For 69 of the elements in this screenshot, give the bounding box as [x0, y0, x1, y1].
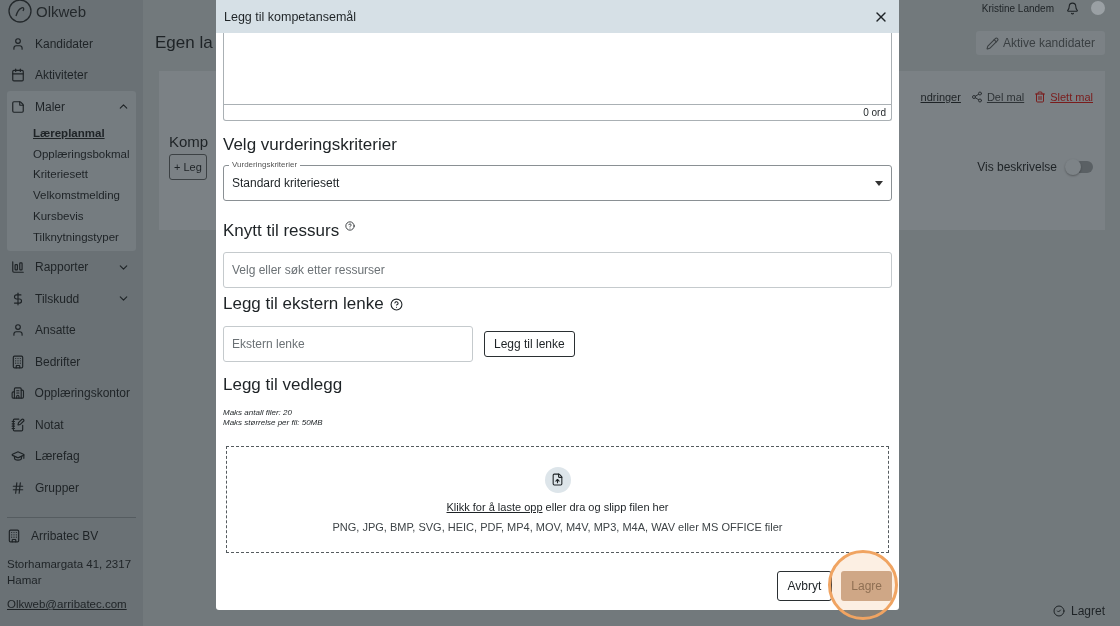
nav-icon [11, 417, 25, 432]
file-upload-icon [544, 466, 571, 493]
sidebar-item[interactable]: Kandidater [7, 28, 136, 60]
cancel-button[interactable]: Avbryt [776, 571, 833, 601]
sidebar-subitem[interactable]: Kursbevis [33, 210, 84, 223]
sidebar-item[interactable]: Ansatte [7, 314, 136, 346]
check-icon [1052, 605, 1065, 617]
section-heading: Legg til vedlegg [223, 375, 344, 395]
email-link[interactable]: Olkweb@arribatec.com [7, 598, 136, 610]
nav-icon [11, 480, 25, 495]
word-count: 0 ord [223, 105, 892, 121]
limit-note: Maks antall filer: 20 [223, 408, 293, 418]
toggle-label: Vis beskrivelse [977, 160, 1057, 174]
nav-icon [11, 291, 25, 306]
share-icon [970, 91, 983, 103]
link-input-field[interactable]: Ekstern lenke [223, 326, 473, 362]
action-link[interactable]: Slett mal [1034, 91, 1093, 103]
sidebar-subitem[interactable]: Kriteriesett [33, 168, 88, 181]
action-link[interactable]: ndringer [920, 91, 961, 103]
section-heading: Knytt til ressurs [223, 221, 340, 241]
nav-icon [11, 260, 25, 275]
sidebar-item[interactable]: Grupper [7, 471, 136, 504]
sidebar-item[interactable]: Bedrifter [7, 345, 136, 378]
dropdown-caret-icon [875, 180, 883, 186]
sidebar-item[interactable]: Tilskudd [7, 282, 136, 315]
nav-icon [11, 354, 25, 369]
sidebar-subitem[interactable]: Opplæringsbokmal [33, 147, 130, 160]
bell-icon[interactable] [1066, 1, 1079, 15]
upload-instruction: Klikk for å laste opp eller dra og slipp filen her [446, 500, 669, 513]
company-address: Storhamargata 41, 2317 Hamar [7, 557, 132, 588]
limit-note: Maks størrelse per fil: 50MB [223, 418, 324, 428]
upload-dropzone[interactable]: Klikk for å laste opp eller dra og slipp filen her PNG, JPG, BMP, SVG, HEIC, PDF, MP4, MOV, M4V, MP3, M4A, WAV eller MS OFFICE filer [226, 446, 889, 553]
sidebar-item[interactable]: Maler [7, 91, 136, 123]
save-status: Lagret [1070, 604, 1105, 618]
resource-search-field[interactable]: Velg eller søk etter ressurser [223, 252, 892, 288]
file-formats: PNG, JPG, BMP, SVG, HEIC, PDF, MP4, MOV, M4V, MP3, M4A, WAV eller MS OFFICE filer [332, 520, 783, 533]
sidebar-item[interactable]: Lærefag [7, 440, 136, 472]
upload-link[interactable]: Klikk for å laste opp [446, 500, 543, 513]
page-title: Egen la [155, 33, 213, 53]
company-item: Arribatec BV [7, 526, 136, 546]
nav-icon [11, 36, 25, 51]
sidebar-subitem[interactable]: Læreplanmal [33, 126, 105, 139]
logo-text: Olkweb [36, 2, 87, 20]
nav-icon [11, 323, 25, 338]
action-link[interactable]: Del mal [970, 91, 1025, 103]
add-link-button[interactable]: Legg til lenke [484, 331, 575, 357]
logo-icon [7, 0, 33, 24]
sidebar-subitem[interactable]: Tilknytningstyper [33, 230, 119, 243]
dialog-title: Legg til kompetansemål [224, 9, 357, 24]
pencil-icon [985, 36, 999, 50]
building-icon [7, 529, 21, 543]
user-name: Kristine Landem [981, 2, 1054, 14]
section-heading: Legg til ekstern lenke [223, 294, 384, 314]
sidebar-item[interactable]: Opplæringskontor [7, 377, 136, 409]
section-heading: Velg vurderingskriterier [223, 135, 398, 155]
sidebar-subitem[interactable]: Velkomstmelding [33, 189, 120, 202]
active-candidates-button[interactable]: Aktive kandidater [975, 31, 1105, 55]
sidebar-item[interactable]: Rapporter [7, 251, 136, 283]
toggle-switch[interactable] [1067, 161, 1093, 173]
sidebar-item[interactable]: Notat [7, 408, 136, 441]
nav-icon [11, 386, 25, 401]
trash-icon [1034, 91, 1047, 103]
section-title: Komp [169, 133, 209, 150]
add-button[interactable]: + Leg [169, 154, 207, 180]
help-icon[interactable] [389, 297, 403, 311]
sidebar-item[interactable]: Aktiviteter [7, 59, 136, 91]
nav-icon [11, 449, 25, 464]
nav-icon [11, 68, 25, 83]
nav-icon [11, 99, 25, 114]
